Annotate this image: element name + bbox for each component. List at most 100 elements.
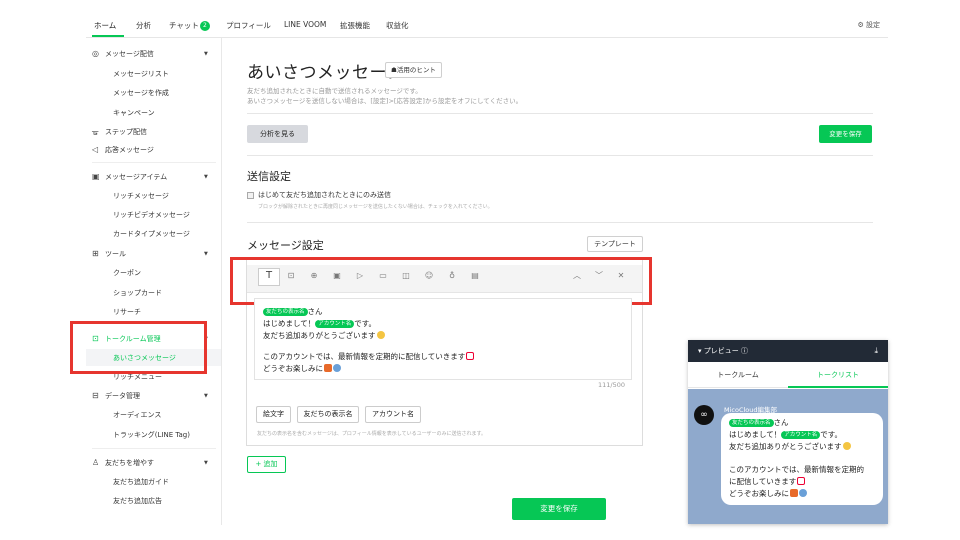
first-add-only-checkbox[interactable] bbox=[247, 192, 254, 199]
sidebar: ◎ メッセージ配信 ▼ メッセージリスト メッセージを作成 キャンペーン ᚗ ステッ… bbox=[86, 38, 222, 525]
add-message-button[interactable]: + 追加 bbox=[247, 456, 286, 473]
sidebar-item-research[interactable]: リサーチ bbox=[113, 307, 141, 317]
step-icon: ᚗ bbox=[92, 127, 99, 136]
caret-down-icon: ▼ bbox=[204, 51, 208, 57]
checkbox-label: はじめて友だち追加されたときにのみ送信 bbox=[258, 191, 391, 199]
sidebar-item-message-list[interactable]: メッセージリスト bbox=[113, 69, 169, 79]
tool-icon: ⊞ bbox=[92, 249, 99, 258]
caret-down-icon: ▼ bbox=[204, 251, 208, 257]
line5-text: どうぞお楽しみに bbox=[263, 364, 323, 373]
sidebar-item-campaign[interactable]: キャンペーン bbox=[113, 108, 155, 118]
message-line-5: どうぞお楽しみに bbox=[263, 363, 341, 374]
item-icon: ▣ bbox=[92, 172, 100, 181]
sidebar-item-tools[interactable]: ⊞ ツール bbox=[92, 249, 126, 259]
tag-display-name: 友だちの表示名 bbox=[729, 419, 774, 427]
gear-icon: ⚙ bbox=[857, 21, 864, 29]
message-line-3: 友だち追加ありがとうございます bbox=[263, 330, 385, 341]
account-name-chip-button[interactable]: アカウント名 bbox=[365, 406, 421, 423]
sidebar-item-message-items[interactable]: ▣ メッセージアイテム bbox=[92, 172, 167, 182]
line1-suffix: さん bbox=[773, 418, 789, 427]
friends-icon: ♙ bbox=[92, 458, 100, 467]
caret-down-icon: ▼ bbox=[204, 393, 208, 399]
tab-home[interactable]: ホーム bbox=[94, 20, 116, 31]
save-button-bottom[interactable]: 変更を保存 bbox=[512, 498, 606, 520]
sidebar-item-step-delivery[interactable]: ᚗ ステップ配信 bbox=[92, 127, 147, 137]
sidebar-item-create-message[interactable]: メッセージを作成 bbox=[113, 88, 169, 98]
template-button[interactable]: テンプレート bbox=[587, 236, 643, 252]
caret-down-icon: ▾ bbox=[698, 347, 702, 355]
caret-down-icon: ▼ bbox=[204, 460, 208, 466]
line4-text: このアカウントでは、最新情報を定期的に配信していきます bbox=[263, 352, 466, 361]
preview-line-6: どうぞお楽しみに bbox=[729, 488, 807, 499]
reply-icon: ◁ bbox=[92, 145, 99, 154]
highlight-sidebar bbox=[70, 321, 207, 374]
tag-display-name: 友だちの表示名 bbox=[263, 308, 308, 316]
settings-label: 設定 bbox=[866, 21, 880, 29]
download-icon[interactable]: ⤓ bbox=[874, 340, 878, 362]
sidebar-item-auto-reply[interactable]: ◁ 応答メッセージ bbox=[92, 145, 154, 155]
top-nav: ホーム 分析 チャット 2 プロフィール LINE VOOM 拡張機能 収益化 ⚙… bbox=[86, 0, 888, 38]
account-avatar: ∞ bbox=[694, 405, 714, 425]
preview-line-4: このアカウントでは、最新情報を定期的 bbox=[729, 465, 864, 474]
sidebar-item-friend-ads[interactable]: 友だち追加広告 bbox=[113, 496, 162, 506]
sidebar-item-tracking[interactable]: トラッキング(LINE Tag) bbox=[113, 430, 190, 440]
sidebar-item-coupon[interactable]: クーポン bbox=[113, 268, 141, 278]
divider bbox=[247, 222, 873, 223]
sidebar-item-label: メッセージ配信 bbox=[105, 50, 154, 58]
sidebar-item-rich-video[interactable]: リッチビデオメッセージ bbox=[113, 210, 190, 220]
sidebar-item-label: ステップ配信 bbox=[105, 128, 147, 136]
display-name-chip-button[interactable]: 友だちの表示名 bbox=[297, 406, 359, 423]
line2-prefix: はじめまして！ bbox=[263, 319, 316, 328]
tab-monetize[interactable]: 収益化 bbox=[386, 20, 409, 31]
tab-analytics[interactable]: 分析 bbox=[136, 20, 151, 31]
preview-title: プレビュー bbox=[703, 347, 739, 355]
message-line-1: 友だちの表示名 さん bbox=[263, 306, 323, 317]
divider bbox=[247, 155, 873, 156]
sidebar-item-friend-guide[interactable]: 友だち追加ガイド bbox=[113, 477, 169, 487]
preview-tab-talklist[interactable]: トークリスト bbox=[788, 362, 888, 388]
divider bbox=[247, 113, 873, 114]
sidebar-item-label: 応答メッセージ bbox=[105, 146, 154, 154]
page-description-note: あいさつメッセージを送信しない場合は、[設定]>[応答設定]から設定をオフにして… bbox=[247, 97, 523, 105]
sidebar-item-label: ツール bbox=[105, 250, 126, 258]
settings-link[interactable]: ⚙ 設定 bbox=[857, 20, 880, 30]
tab-extensions[interactable]: 拡張機能 bbox=[340, 20, 370, 31]
broadcast-icon: ◎ bbox=[92, 49, 99, 58]
sidebar-item-label: メッセージアイテム bbox=[105, 173, 168, 181]
tab-chat[interactable]: チャット 2 bbox=[169, 20, 210, 31]
hint-button[interactable]: ☗活用のヒント bbox=[385, 62, 442, 78]
preview-tabs: トークルーム トークリスト bbox=[688, 362, 888, 388]
preview-tab-talkroom[interactable]: トークルーム bbox=[688, 362, 788, 388]
sidebar-item-rich-message[interactable]: リッチメッセージ bbox=[113, 191, 169, 201]
line1-suffix: さん bbox=[307, 307, 323, 316]
page-description: 友だち追加されたときに自動で送信されるメッセージです。 bbox=[247, 87, 422, 95]
info-icon: ⓘ bbox=[740, 347, 748, 355]
emoji-envelope-icon bbox=[466, 352, 475, 360]
char-counter: 111/500 bbox=[598, 381, 626, 389]
message-settings-heading: メッセージ設定 bbox=[247, 239, 324, 252]
emoji-chip-button[interactable]: 絵文字 bbox=[256, 406, 291, 423]
chat-unread-badge: 2 bbox=[199, 21, 210, 31]
tab-profile[interactable]: プロフィール bbox=[226, 20, 271, 31]
save-button-top[interactable]: 変更を保存 bbox=[819, 125, 872, 143]
message-line-4: このアカウントでは、最新情報を定期的に配信していきます bbox=[263, 351, 475, 362]
sidebar-item-data[interactable]: ⊟ データ管理 bbox=[92, 391, 140, 401]
hint-button-label: 活用のヒント bbox=[396, 66, 436, 74]
emoji-gift-icon bbox=[324, 364, 332, 372]
sidebar-divider bbox=[92, 162, 216, 163]
preview-line-2: はじめまして！ アカウント名 です。 bbox=[729, 429, 842, 440]
preview-line-1: 友だちの表示名 さん bbox=[729, 417, 789, 428]
analyze-button[interactable]: 分析を見る bbox=[247, 125, 308, 143]
line2-suffix: です。 bbox=[354, 319, 377, 328]
preview-line4b-text: に配信していきます bbox=[729, 477, 797, 486]
tab-line-voom[interactable]: LINE VOOM bbox=[284, 20, 326, 29]
page-title: あいさつメッセージ bbox=[247, 63, 405, 83]
sidebar-item-message-delivery[interactable]: ◎ メッセージ配信 bbox=[92, 49, 154, 59]
sidebar-item-shop-card[interactable]: ショップカード bbox=[113, 288, 162, 298]
sidebar-item-audience[interactable]: オーディエンス bbox=[113, 410, 161, 420]
active-tab-underline bbox=[92, 35, 124, 37]
sidebar-item-grow-friends[interactable]: ♙ 友だちを増やす bbox=[92, 458, 154, 468]
emoji-face-icon bbox=[376, 331, 385, 339]
sidebar-item-card-message[interactable]: カードタイプメッセージ bbox=[113, 229, 190, 239]
preview-header[interactable]: ▾ プレビュー ⓘ ⤓ bbox=[688, 340, 888, 362]
